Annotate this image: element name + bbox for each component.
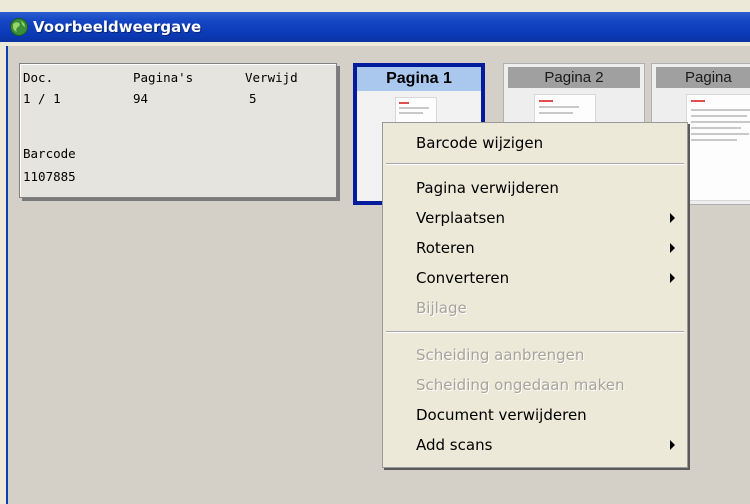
page-3-preview [686, 94, 750, 201]
menu-item-scheiding-ongedaan-maken: Scheiding ongedaan maken [416, 376, 625, 394]
menu-item-barcode-wijzigen[interactable]: Barcode wijzigen [383, 128, 687, 158]
doc-value: 1 / 1 [23, 91, 61, 106]
submenu-arrow-icon [670, 243, 675, 253]
app-globe-icon [10, 18, 28, 36]
removed-value: 5 [249, 91, 257, 106]
menu-item-converteren[interactable]: Converteren [383, 263, 687, 293]
title-bar[interactable]: Voorbeeldweergave [0, 12, 750, 42]
submenu-arrow-icon [670, 273, 675, 283]
page-2-label: Pagina 2 [508, 67, 640, 88]
doc-header: Doc. [23, 70, 54, 85]
document-info-panel[interactable]: Doc. Pagina's Verwijd 1 / 1 94 5 Barcode… [19, 63, 337, 198]
window-title: Voorbeeldweergave [33, 18, 202, 36]
menu-item-document-verwijderen[interactable]: Document verwijderen [383, 400, 687, 430]
barcode-value: 1107885 [23, 169, 76, 184]
menu-item-roteren[interactable]: Roteren [383, 233, 687, 263]
barcode-label: Barcode [23, 146, 76, 161]
page-1-label: Pagina 1 [357, 67, 481, 91]
context-menu[interactable]: Barcode wijzigen Pagina verwijderen Verp… [382, 122, 688, 468]
menu-item-pagina-verwijderen[interactable]: Pagina verwijderen [383, 173, 687, 203]
pages-header: Pagina's [133, 70, 194, 85]
menu-separator [386, 331, 684, 333]
menu-item-scheiding-aanbrengen: Scheiding aanbrengen [416, 346, 585, 364]
submenu-arrow-icon [670, 213, 675, 223]
pages-value: 94 [133, 91, 149, 106]
menu-item-add-scans[interactable]: Add scans [383, 430, 687, 460]
menu-separator [386, 163, 684, 165]
menu-item-bijlage: Bijlage [416, 299, 467, 317]
page-3-label: Pagina [656, 67, 750, 88]
menu-item-verplaatsen[interactable]: Verplaatsen [383, 203, 687, 233]
removed-header: Verwijd [245, 70, 298, 85]
submenu-arrow-icon [670, 440, 675, 450]
